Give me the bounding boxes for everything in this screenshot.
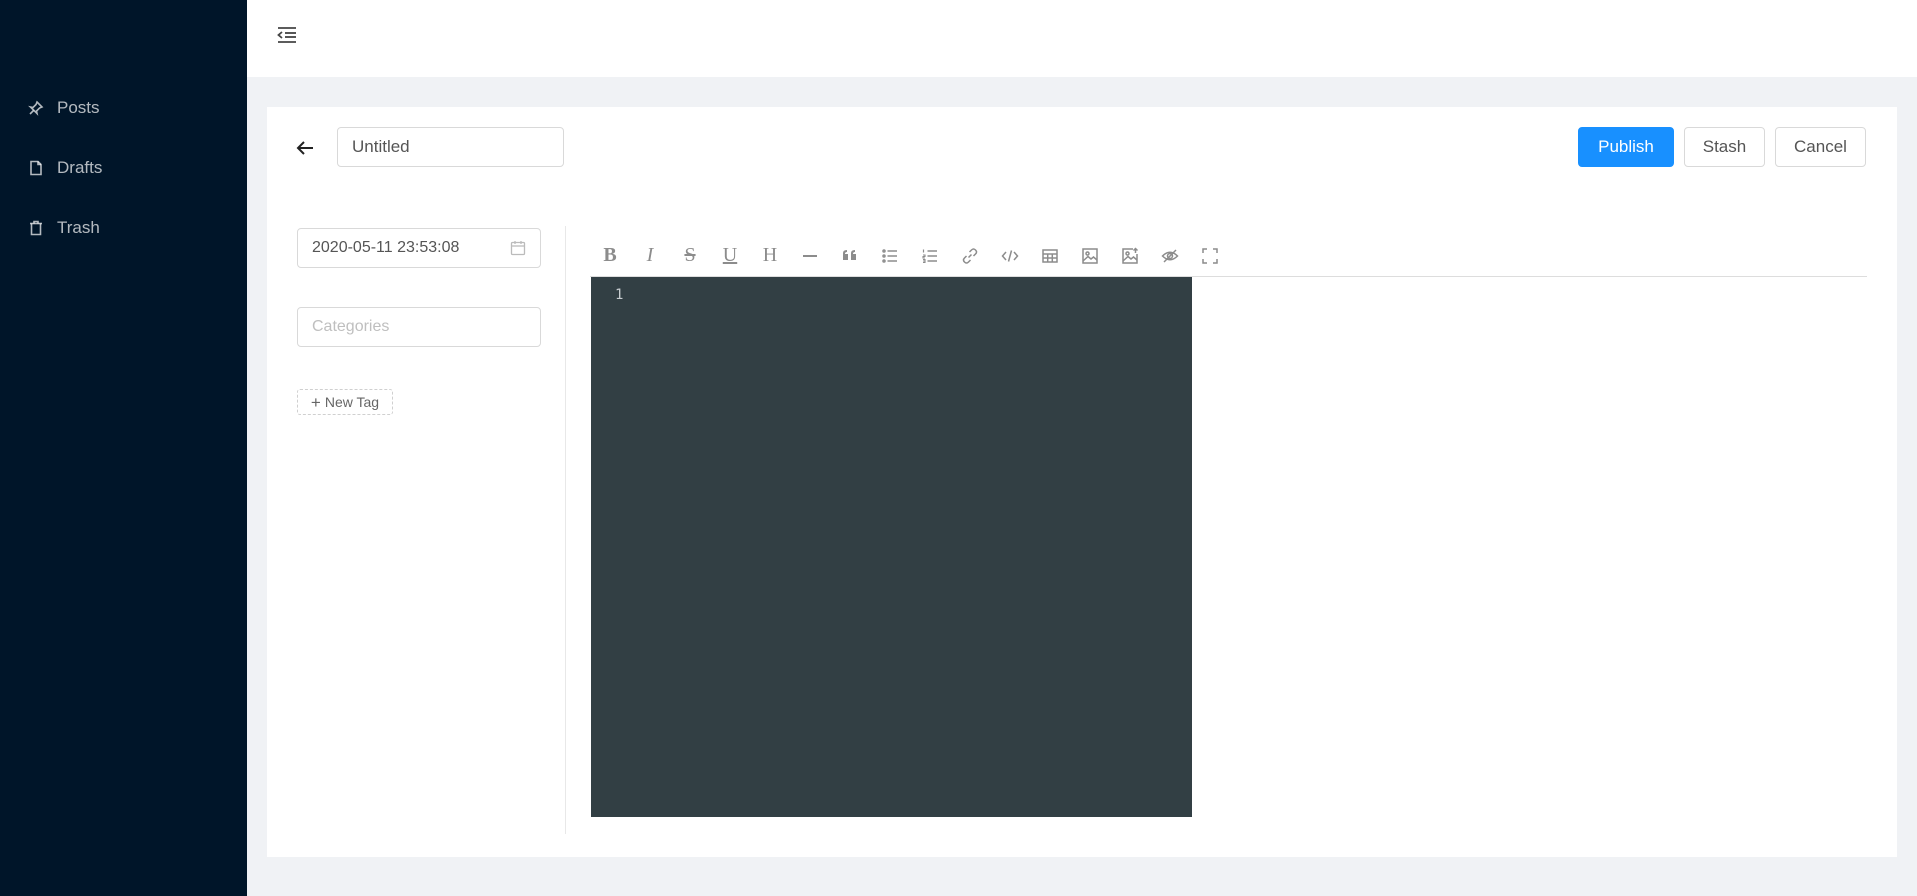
sidebar-item-label: Drafts	[57, 158, 103, 177]
date-picker[interactable]: 2020-05-11 23:53:08	[297, 228, 541, 268]
calendar-icon	[510, 241, 526, 256]
editor-card: Publish Stash Cancel 2020-05-11 23:53:08…	[267, 107, 1897, 857]
code-icon[interactable]	[990, 241, 1030, 271]
cancel-button[interactable]: Cancel	[1775, 127, 1866, 167]
image-upload-icon[interactable]	[1110, 241, 1150, 271]
italic-icon[interactable]: I	[630, 241, 670, 271]
bold-icon[interactable]: B	[590, 241, 630, 271]
sidebar-item-trash[interactable]: Trash	[28, 213, 100, 243]
image-icon[interactable]	[1070, 241, 1110, 271]
fullscreen-icon[interactable]	[1190, 241, 1230, 271]
stash-button[interactable]: Stash	[1684, 127, 1765, 167]
plus-icon: +	[310, 392, 321, 412]
ordered-list-icon[interactable]	[910, 241, 950, 271]
code-editor[interactable]: 1	[591, 277, 1192, 817]
menu-fold-icon[interactable]	[276, 24, 298, 46]
sidebar-item-label: Trash	[57, 218, 100, 237]
quote-icon[interactable]	[830, 241, 870, 271]
markdown-toolbar: B I S U H	[590, 235, 1867, 277]
underline-icon[interactable]: U	[710, 241, 750, 271]
sidebar-item-label: Posts	[57, 98, 100, 117]
sidebar: Posts Drafts Trash	[0, 0, 247, 896]
back-arrow-icon[interactable]	[293, 136, 317, 160]
publish-button[interactable]: Publish	[1578, 127, 1674, 167]
horizontal-rule-icon[interactable]	[790, 241, 830, 271]
title-input[interactable]	[337, 127, 564, 167]
new-tag-button[interactable]: + New Tag	[297, 389, 393, 415]
trash-icon	[30, 220, 42, 236]
strikethrough-icon[interactable]: S	[670, 241, 710, 271]
new-tag-label: New Tag	[324, 394, 380, 410]
sidebar-item-posts[interactable]: Posts	[28, 93, 100, 123]
sidebar-item-drafts[interactable]: Drafts	[28, 153, 102, 183]
pin-icon	[28, 100, 44, 116]
categories-select[interactable]	[297, 307, 541, 347]
preview-eye-icon[interactable]	[1150, 241, 1190, 271]
link-icon[interactable]	[950, 241, 990, 271]
heading-icon[interactable]: H	[750, 241, 790, 271]
vertical-divider	[565, 226, 566, 834]
line-number: 1	[615, 287, 624, 303]
unordered-list-icon[interactable]	[870, 241, 910, 271]
table-icon[interactable]	[1030, 241, 1070, 271]
top-header	[247, 0, 1917, 77]
date-value: 2020-05-11 23:53:08	[312, 239, 460, 256]
file-icon	[30, 160, 42, 176]
